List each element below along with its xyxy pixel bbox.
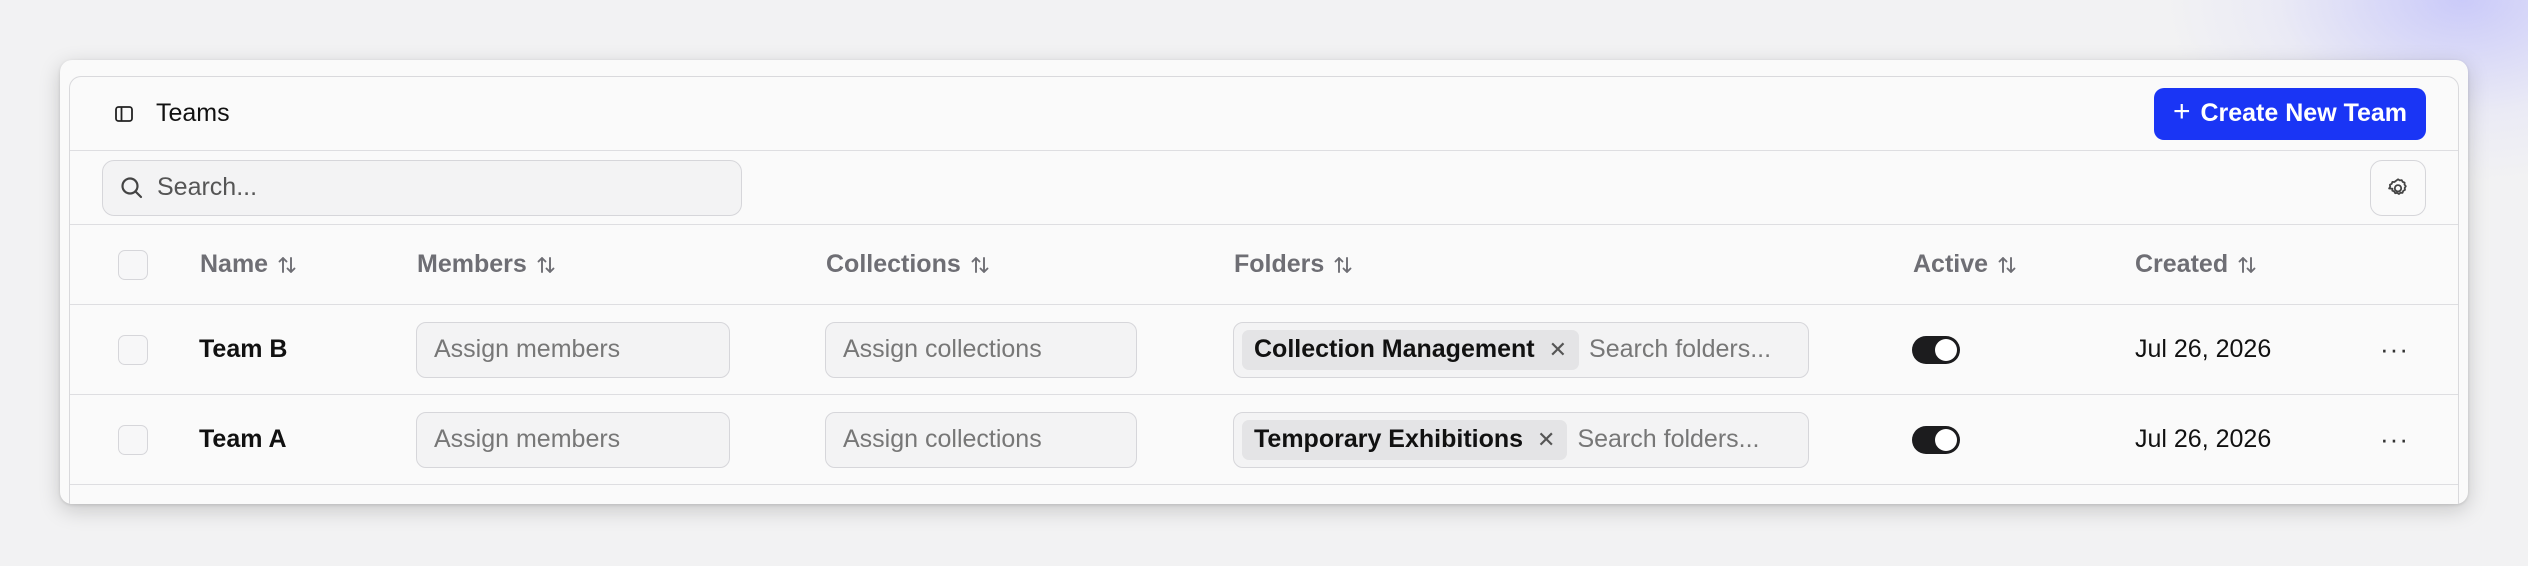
sort-arrows-icon — [1332, 254, 1354, 276]
gear-icon — [2386, 176, 2410, 200]
assign-collections-input[interactable]: Assign collections — [825, 411, 1137, 468]
sort-arrows-icon — [2236, 254, 2258, 276]
more-horizontal-icon[interactable]: ··· — [2380, 424, 2409, 455]
collections-cell: Assign collections — [825, 305, 1137, 394]
members-cell: Assign members — [416, 395, 730, 484]
team-name: Team B — [199, 335, 288, 363]
assign-members-input[interactable]: Assign members — [416, 411, 730, 468]
close-icon[interactable]: ✕ — [1549, 337, 1567, 363]
created-date: Jul 26, 2026 — [2135, 425, 2272, 453]
column-header-folders[interactable]: Folders — [1234, 225, 1354, 304]
search-icon — [119, 175, 145, 201]
sort-arrows-icon — [1996, 254, 2018, 276]
row-actions-cell: ··· — [2380, 395, 2409, 484]
folder-search-placeholder[interactable]: Search folders... — [1577, 425, 1759, 454]
assign-members-input[interactable]: Assign members — [416, 321, 730, 378]
column-members-label: Members — [417, 250, 527, 278]
close-icon[interactable]: ✕ — [1537, 427, 1555, 453]
collections-cell: Assign collections — [825, 395, 1137, 484]
select-all-checkbox[interactable] — [118, 249, 148, 280]
row-select-cell — [118, 305, 148, 394]
column-active-label: Active — [1913, 250, 1989, 278]
folder-chip-label: Collection Management — [1254, 335, 1535, 363]
folder-chip: Collection Management ✕ — [1242, 329, 1580, 370]
folders-cell: Temporary Exhibitions ✕ Search folders..… — [1233, 395, 1809, 484]
more-horizontal-icon[interactable]: ··· — [2380, 334, 2409, 365]
active-toggle[interactable] — [1912, 425, 1960, 454]
assign-collections-placeholder: Assign collections — [843, 335, 1042, 363]
column-header-active[interactable]: Active — [1913, 225, 2018, 304]
column-header-members[interactable]: Members — [417, 225, 557, 304]
create-new-team-label: Create New Team — [2200, 99, 2408, 127]
team-name-cell: Team B — [199, 305, 287, 394]
page-title: Teams — [156, 99, 230, 127]
created-cell: Jul 26, 2026 — [2135, 395, 2271, 484]
column-folders-label: Folders — [1234, 250, 1325, 278]
page-header: Teams + Create New Team — [70, 77, 2458, 151]
folder-search-placeholder[interactable]: Search folders... — [1589, 335, 1771, 364]
table-row: Team A Assign members Assign collections… — [70, 395, 2458, 485]
folders-multiselect[interactable]: Collection Management ✕ Search folders..… — [1233, 321, 1809, 378]
table-header-row: Name Members Collections Folders Active … — [70, 225, 2458, 305]
sort-arrows-icon — [535, 254, 557, 276]
search-input[interactable] — [157, 173, 725, 202]
create-new-team-button[interactable]: + Create New Team — [2154, 87, 2426, 140]
assign-members-placeholder: Assign members — [434, 425, 621, 453]
column-created-label: Created — [2135, 250, 2229, 278]
folders-multiselect[interactable]: Temporary Exhibitions ✕ Search folders..… — [1233, 411, 1809, 468]
sort-arrows-icon — [969, 254, 991, 276]
column-header-created[interactable]: Created — [2135, 225, 2258, 304]
active-cell — [1912, 305, 1960, 394]
header-left: Teams — [114, 99, 230, 128]
assign-collections-placeholder: Assign collections — [843, 425, 1042, 453]
row-checkbox[interactable] — [118, 424, 148, 455]
team-name-cell: Team A — [199, 395, 287, 484]
column-name-label: Name — [200, 250, 269, 278]
column-collections-label: Collections — [826, 250, 961, 278]
assign-members-placeholder: Assign members — [434, 335, 621, 363]
toolbar — [70, 151, 2458, 225]
row-actions-cell: ··· — [2380, 305, 2409, 394]
column-header-name[interactable]: Name — [200, 225, 298, 304]
table-row: Team B Assign members Assign collections… — [70, 305, 2458, 395]
select-all-cell — [118, 225, 148, 304]
folder-chip-label: Temporary Exhibitions — [1254, 425, 1524, 453]
created-cell: Jul 26, 2026 — [2135, 305, 2271, 394]
app-window: Teams + Create New Team Search... Name M… — [60, 60, 2468, 504]
plus-icon: + — [2172, 95, 2191, 128]
members-cell: Assign members — [416, 305, 730, 394]
row-select-cell — [118, 395, 148, 484]
sidebar-toggle-icon[interactable] — [114, 104, 134, 124]
team-name: Team A — [199, 425, 287, 453]
active-toggle[interactable] — [1912, 335, 1960, 364]
folders-cell: Collection Management ✕ Search folders..… — [1233, 305, 1809, 394]
row-checkbox[interactable] — [118, 334, 148, 365]
settings-button[interactable] — [2370, 159, 2426, 216]
assign-collections-input[interactable]: Assign collections — [825, 321, 1137, 378]
search-box[interactable] — [102, 159, 742, 216]
sort-arrows-icon — [276, 254, 298, 276]
created-date: Jul 26, 2026 — [2135, 335, 2272, 363]
active-cell — [1912, 395, 1960, 484]
column-header-collections[interactable]: Collections — [826, 225, 991, 304]
folder-chip: Temporary Exhibitions ✕ — [1242, 419, 1568, 460]
teams-panel: Teams + Create New Team Search... Name M… — [69, 76, 2459, 504]
